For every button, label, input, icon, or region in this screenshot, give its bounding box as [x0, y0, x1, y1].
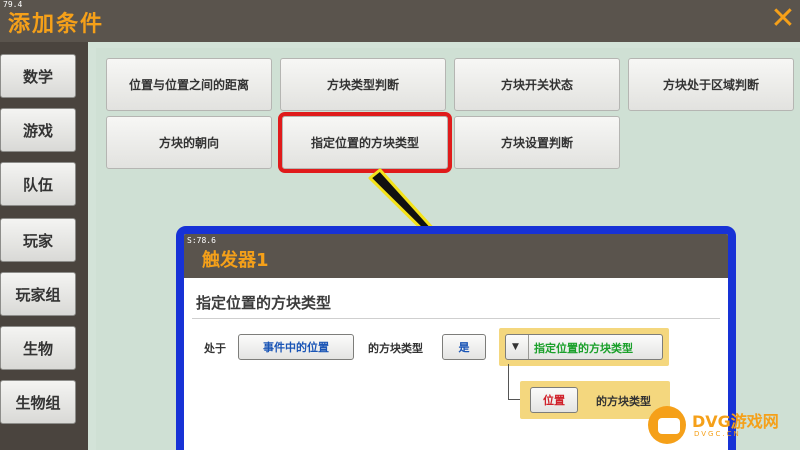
close-button[interactable]: ✕: [768, 2, 798, 36]
trigger-title: 触发器1: [202, 250, 269, 271]
trigger-title-bar: S:78.6 触发器1: [184, 234, 728, 278]
block-type-label: 的方块类型: [368, 342, 423, 355]
sub-suffix-label: 的方块类型: [596, 395, 651, 408]
gamepad-shape: [658, 418, 680, 434]
condition-block-setting-button[interactable]: 方块设置判断: [454, 116, 620, 169]
tree-connector: [508, 364, 520, 400]
condition-block-facing-button[interactable]: 方块的朝向: [106, 116, 272, 169]
triangle-down-icon: ▼: [512, 342, 519, 352]
sidebar-item-player-group[interactable]: 玩家组: [0, 272, 76, 316]
condition-block-in-area-button[interactable]: 方块处于区域判断: [628, 58, 794, 111]
sidebar-item-creature[interactable]: 生物: [0, 326, 76, 370]
sidebar-item-player[interactable]: 玩家: [0, 218, 76, 262]
watermark-url: DVGC.CN: [694, 430, 741, 438]
sub-position-chip[interactable]: 位置: [530, 387, 578, 413]
title-bar: 79.4 添加条件 ✕: [0, 0, 800, 42]
condition-block-type-button[interactable]: 方块类型判断: [280, 58, 446, 111]
watermark-logo: DVG游戏网 DVGC.CN: [646, 404, 800, 450]
watermark-brand: DVG游戏网: [692, 412, 779, 431]
position-chip[interactable]: 事件中的位置: [238, 334, 354, 360]
dropdown-value: 指定位置的方块类型: [534, 342, 633, 355]
heading-divider: [192, 318, 720, 319]
sidebar-item-math[interactable]: 数学: [0, 54, 76, 98]
sidebar-item-game[interactable]: 游戏: [0, 108, 76, 152]
category-sidebar: 数学 游戏 队伍 玩家 玩家组 生物 生物组: [0, 42, 88, 450]
block-type-dropdown[interactable]: ▼ 指定位置的方块类型: [505, 334, 663, 360]
window-title: 添加条件: [8, 12, 105, 37]
condition-block-switch-button[interactable]: 方块开关状态: [454, 58, 620, 111]
close-icon: ✕: [770, 1, 796, 36]
sidebar-item-team[interactable]: 队伍: [0, 162, 76, 206]
condition-block-at-position-button[interactable]: 指定位置的方块类型: [278, 112, 452, 173]
trigger-fps-readout: S:78.6: [187, 236, 216, 245]
sidebar-item-creature-group[interactable]: 生物组: [0, 380, 76, 424]
condition-heading: 指定位置的方块类型: [196, 294, 332, 312]
is-chip[interactable]: 是: [442, 334, 486, 360]
block-type-condition-box: ▼ 指定位置的方块类型: [499, 328, 669, 366]
prefix-label: 处于: [204, 342, 226, 355]
gamepad-logo-icon: [648, 406, 686, 444]
dropdown-separator: [528, 335, 529, 359]
condition-distance-button[interactable]: 位置与位置之间的距离: [106, 58, 272, 111]
